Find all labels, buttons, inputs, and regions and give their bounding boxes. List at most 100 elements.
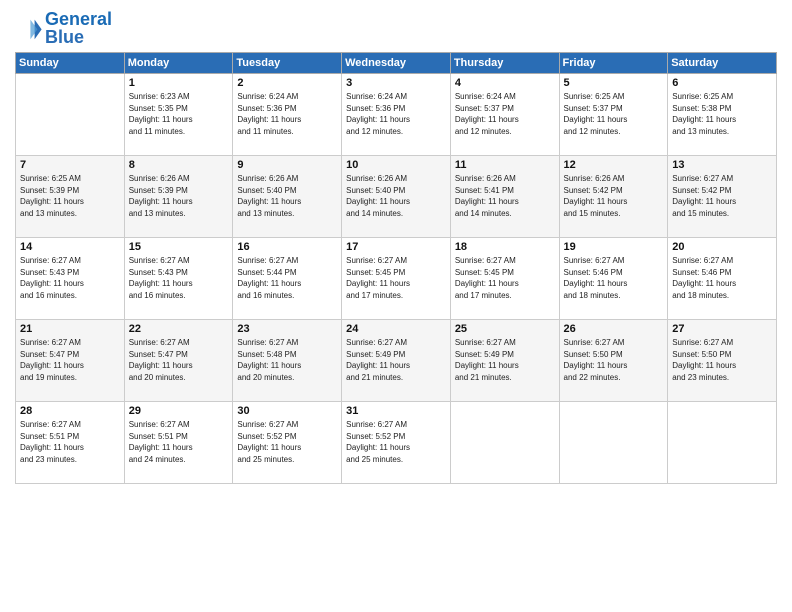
- day-info: Sunrise: 6:27 AM Sunset: 5:45 PM Dayligh…: [346, 255, 446, 301]
- day-info: Sunrise: 6:25 AM Sunset: 5:37 PM Dayligh…: [564, 91, 664, 137]
- day-info: Sunrise: 6:27 AM Sunset: 5:44 PM Dayligh…: [237, 255, 337, 301]
- header: General Blue: [15, 10, 777, 46]
- header-day-sunday: Sunday: [16, 53, 125, 74]
- day-info: Sunrise: 6:27 AM Sunset: 5:51 PM Dayligh…: [129, 419, 229, 465]
- logo: General Blue: [15, 10, 112, 46]
- day-info: Sunrise: 6:27 AM Sunset: 5:49 PM Dayligh…: [346, 337, 446, 383]
- day-number: 24: [346, 323, 446, 335]
- calendar-cell: 6 Sunrise: 6:25 AM Sunset: 5:38 PM Daylig…: [668, 74, 777, 156]
- day-number: 22: [129, 323, 229, 335]
- calendar-cell: 5 Sunrise: 6:25 AM Sunset: 5:37 PM Daylig…: [559, 74, 668, 156]
- calendar-cell: 13 Sunrise: 6:27 AM Sunset: 5:42 PM Dayli…: [668, 156, 777, 238]
- calendar-cell: 15Sunrise: 6:27 AM Sunset: 5:43 PM Dayli…: [124, 238, 233, 320]
- calendar-table: SundayMondayTuesdayWednesdayThursdayFrid…: [15, 52, 777, 484]
- calendar-cell: 27 Sunrise: 6:27 AM Sunset: 5:50 PM Dayli…: [668, 320, 777, 402]
- week-row-4: 28 Sunrise: 6:27 AM Sunset: 5:51 PM Dayli…: [16, 402, 777, 484]
- week-row-2: 14 Sunrise: 6:27 AM Sunset: 5:43 PM Dayli…: [16, 238, 777, 320]
- day-info: Sunrise: 6:26 AM Sunset: 5:41 PM Dayligh…: [455, 173, 555, 219]
- day-number: 13: [672, 159, 772, 171]
- day-number: 1: [129, 77, 229, 89]
- day-info: Sunrise: 6:27 AM Sunset: 5:43 PM Dayligh…: [20, 255, 120, 301]
- calendar-cell: [559, 402, 668, 484]
- calendar-cell: 14 Sunrise: 6:27 AM Sunset: 5:43 PM Dayli…: [16, 238, 125, 320]
- calendar-cell: 4 Sunrise: 6:24 AM Sunset: 5:37 PM Daylig…: [450, 74, 559, 156]
- day-number: 20: [672, 241, 772, 253]
- calendar-body: 1 Sunrise: 6:23 AM Sunset: 5:35 PM Daylig…: [16, 74, 777, 484]
- day-number: 9: [237, 159, 337, 171]
- day-info: Sunrise: 6:27 AM Sunset: 5:45 PM Dayligh…: [455, 255, 555, 301]
- logo-text-line2: Blue: [45, 28, 112, 46]
- day-info: Sunrise: 6:27 AM Sunset: 5:52 PM Dayligh…: [237, 419, 337, 465]
- calendar-cell: 12Sunrise: 6:26 AM Sunset: 5:42 PM Dayli…: [559, 156, 668, 238]
- day-number: 5: [564, 77, 664, 89]
- calendar-cell: 7Sunrise: 6:25 AM Sunset: 5:39 PM Daylig…: [16, 156, 125, 238]
- day-info: Sunrise: 6:27 AM Sunset: 5:42 PM Dayligh…: [672, 173, 772, 219]
- calendar-cell: 26 Sunrise: 6:27 AM Sunset: 5:50 PM Dayli…: [559, 320, 668, 402]
- day-info: Sunrise: 6:27 AM Sunset: 5:52 PM Dayligh…: [346, 419, 446, 465]
- day-info: Sunrise: 6:27 AM Sunset: 5:50 PM Dayligh…: [672, 337, 772, 383]
- day-number: 18: [455, 241, 555, 253]
- day-number: 14: [20, 241, 120, 253]
- header-day-friday: Friday: [559, 53, 668, 74]
- calendar-cell: [450, 402, 559, 484]
- week-row-1: 7Sunrise: 6:25 AM Sunset: 5:39 PM Daylig…: [16, 156, 777, 238]
- header-day-tuesday: Tuesday: [233, 53, 342, 74]
- day-number: 27: [672, 323, 772, 335]
- day-info: Sunrise: 6:23 AM Sunset: 5:35 PM Dayligh…: [129, 91, 229, 137]
- day-info: Sunrise: 6:27 AM Sunset: 5:51 PM Dayligh…: [20, 419, 120, 465]
- calendar-cell: [668, 402, 777, 484]
- day-info: Sunrise: 6:24 AM Sunset: 5:37 PM Dayligh…: [455, 91, 555, 137]
- day-number: 23: [237, 323, 337, 335]
- calendar-cell: 24 Sunrise: 6:27 AM Sunset: 5:49 PM Dayli…: [342, 320, 451, 402]
- day-info: Sunrise: 6:26 AM Sunset: 5:39 PM Dayligh…: [129, 173, 229, 219]
- page: General Blue SundayMondayTuesdayWednesda…: [0, 0, 792, 612]
- day-info: Sunrise: 6:27 AM Sunset: 5:46 PM Dayligh…: [672, 255, 772, 301]
- day-number: 26: [564, 323, 664, 335]
- calendar-cell: 8 Sunrise: 6:26 AM Sunset: 5:39 PM Daylig…: [124, 156, 233, 238]
- week-row-3: 21 Sunrise: 6:27 AM Sunset: 5:47 PM Dayli…: [16, 320, 777, 402]
- calendar-cell: 23 Sunrise: 6:27 AM Sunset: 5:48 PM Dayli…: [233, 320, 342, 402]
- header-day-saturday: Saturday: [668, 53, 777, 74]
- day-number: 21: [20, 323, 120, 335]
- calendar-header-row: SundayMondayTuesdayWednesdayThursdayFrid…: [16, 53, 777, 74]
- day-info: Sunrise: 6:26 AM Sunset: 5:42 PM Dayligh…: [564, 173, 664, 219]
- calendar-cell: 29 Sunrise: 6:27 AM Sunset: 5:51 PM Dayli…: [124, 402, 233, 484]
- day-number: 25: [455, 323, 555, 335]
- day-number: 17: [346, 241, 446, 253]
- day-number: 29: [129, 405, 229, 417]
- day-number: 10: [346, 159, 446, 171]
- calendar-cell: 9Sunrise: 6:26 AM Sunset: 5:40 PM Daylig…: [233, 156, 342, 238]
- day-number: 28: [20, 405, 120, 417]
- day-info: Sunrise: 6:27 AM Sunset: 5:50 PM Dayligh…: [564, 337, 664, 383]
- day-number: 31: [346, 405, 446, 417]
- calendar-cell: 21Sunrise: 6:27 AM Sunset: 5:47 PM Dayli…: [16, 320, 125, 402]
- day-number: 11: [455, 159, 555, 171]
- logo-text-line1: General: [45, 10, 112, 28]
- day-info: Sunrise: 6:27 AM Sunset: 5:48 PM Dayligh…: [237, 337, 337, 383]
- calendar-cell: 3Sunrise: 6:24 AM Sunset: 5:36 PM Daylig…: [342, 74, 451, 156]
- header-day-thursday: Thursday: [450, 53, 559, 74]
- day-info: Sunrise: 6:24 AM Sunset: 5:36 PM Dayligh…: [237, 91, 337, 137]
- day-number: 16: [237, 241, 337, 253]
- day-number: 30: [237, 405, 337, 417]
- calendar-cell: 16 Sunrise: 6:27 AM Sunset: 5:44 PM Dayli…: [233, 238, 342, 320]
- day-info: Sunrise: 6:24 AM Sunset: 5:36 PM Dayligh…: [346, 91, 446, 137]
- day-number: 7: [20, 159, 120, 171]
- calendar-cell: 22 Sunrise: 6:27 AM Sunset: 5:47 PM Dayli…: [124, 320, 233, 402]
- calendar-cell: 2Sunrise: 6:24 AM Sunset: 5:36 PM Daylig…: [233, 74, 342, 156]
- calendar-cell: 30 Sunrise: 6:27 AM Sunset: 5:52 PM Dayli…: [233, 402, 342, 484]
- calendar-cell: 25 Sunrise: 6:27 AM Sunset: 5:49 PM Dayli…: [450, 320, 559, 402]
- day-info: Sunrise: 6:27 AM Sunset: 5:47 PM Dayligh…: [129, 337, 229, 383]
- day-number: 4: [455, 77, 555, 89]
- calendar-cell: [16, 74, 125, 156]
- calendar-cell: 20 Sunrise: 6:27 AM Sunset: 5:46 PM Dayli…: [668, 238, 777, 320]
- calendar-cell: 19Sunrise: 6:27 AM Sunset: 5:46 PM Dayli…: [559, 238, 668, 320]
- calendar-cell: 1 Sunrise: 6:23 AM Sunset: 5:35 PM Daylig…: [124, 74, 233, 156]
- calendar-cell: 17 Sunrise: 6:27 AM Sunset: 5:45 PM Dayli…: [342, 238, 451, 320]
- day-info: Sunrise: 6:27 AM Sunset: 5:49 PM Dayligh…: [455, 337, 555, 383]
- day-number: 6: [672, 77, 772, 89]
- day-info: Sunrise: 6:25 AM Sunset: 5:38 PM Dayligh…: [672, 91, 772, 137]
- day-info: Sunrise: 6:26 AM Sunset: 5:40 PM Dayligh…: [346, 173, 446, 219]
- day-info: Sunrise: 6:27 AM Sunset: 5:46 PM Dayligh…: [564, 255, 664, 301]
- day-number: 8: [129, 159, 229, 171]
